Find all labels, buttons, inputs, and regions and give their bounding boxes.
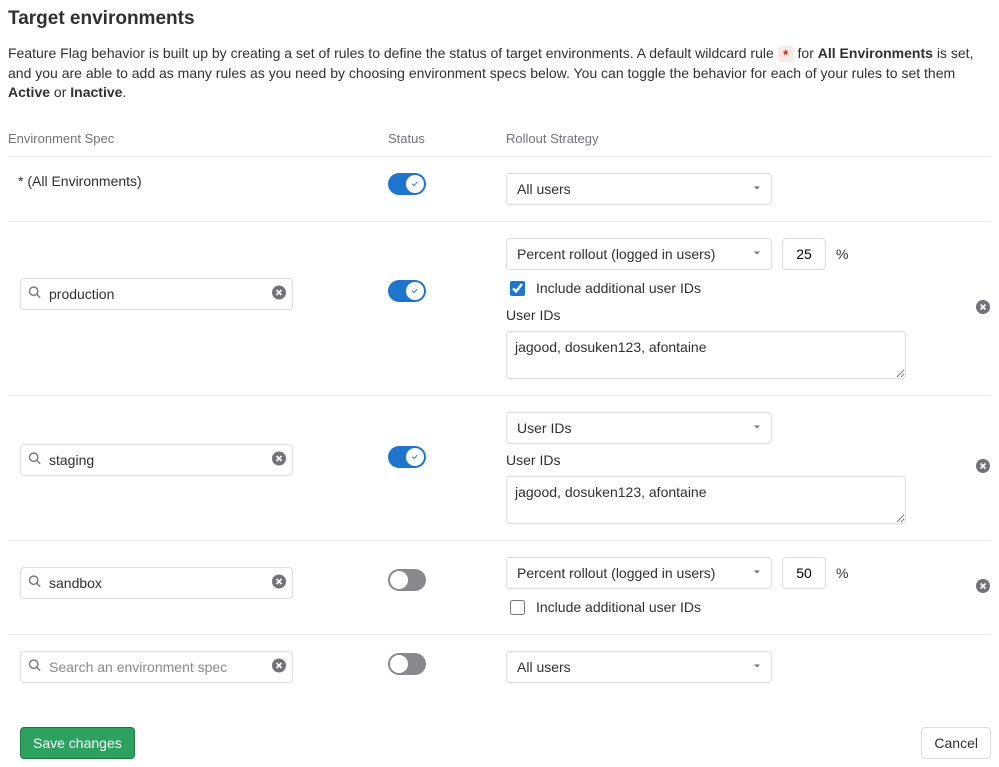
env-spec-input-wrapper [20,444,293,476]
include-user-ids-row[interactable]: Include additional user IDs [506,278,906,299]
percent-input[interactable] [782,557,826,589]
intro-active: Active [8,84,50,100]
rule-row-sandbox: Percent rollout (logged in users) % Incl… [8,540,991,634]
status-toggle[interactable] [388,446,426,468]
intro-dot: . [122,84,126,100]
select-label: User IDs [517,420,571,436]
rule-row-all-env: * (All Environments) All users [8,156,991,221]
col-header-rollout: Rollout Strategy [506,131,991,146]
chevron-down-icon [751,420,763,436]
remove-rule-button[interactable] [955,299,991,318]
toggle-knob [390,571,408,589]
clear-icon[interactable] [271,450,287,469]
col-header-status: Status [388,131,506,146]
check-icon [410,286,420,296]
table-header: Environment Spec Status Rollout Strategy [8,121,991,156]
footer: Save changes Cancel [8,727,991,759]
toggle-knob [406,175,424,193]
clear-icon[interactable] [271,573,287,592]
rollout-strategy-select[interactable]: All users [506,651,772,683]
page-title: Target environments [8,8,991,30]
rule-row-production: Percent rollout (logged in users) % Incl… [8,221,991,395]
include-user-ids-checkbox[interactable] [510,281,525,296]
intro-or: or [54,84,70,100]
clear-icon[interactable] [271,284,287,303]
close-circle-icon [975,578,991,594]
chevron-down-icon [751,181,763,197]
include-user-ids-checkbox[interactable] [510,600,525,615]
toggle-knob [406,282,424,300]
user-ids-label: User IDs [506,307,906,323]
save-button[interactable]: Save changes [20,727,135,759]
intro-part1: Feature Flag behavior is built up by cre… [8,45,778,61]
env-spec-input-wrapper [20,651,293,683]
include-user-ids-label: Include additional user IDs [536,280,701,296]
toggle-knob [406,448,424,466]
rollout-strategy-select[interactable]: Percent rollout (logged in users) [506,238,772,270]
intro-all-env: All Environments [818,45,933,61]
env-spec-input[interactable] [20,567,293,599]
env-spec-input-wrapper [20,278,293,310]
user-ids-label: User IDs [506,452,906,468]
user-ids-textarea[interactable] [506,476,906,524]
chevron-down-icon [751,246,763,262]
user-ids-textarea[interactable] [506,331,906,379]
include-user-ids-label: Include additional user IDs [536,599,701,615]
env-spec-input[interactable] [20,278,293,310]
status-toggle[interactable] [388,653,426,675]
remove-rule-button[interactable] [955,458,991,477]
status-toggle[interactable] [388,569,426,591]
chevron-down-icon [751,565,763,581]
toggle-knob [390,655,408,673]
status-toggle[interactable] [388,173,426,195]
rule-row-staging: User IDs User IDs [8,395,991,540]
include-user-ids-row[interactable]: Include additional user IDs [506,597,906,618]
intro-text: Feature Flag behavior is built up by cre… [8,44,991,103]
select-label: All users [517,659,571,675]
percent-sign: % [836,565,848,581]
close-circle-icon [975,458,991,474]
rollout-strategy-select[interactable]: Percent rollout (logged in users) [506,557,772,589]
select-label: All users [517,181,571,197]
col-header-spec: Environment Spec [8,131,388,146]
remove-rule-button[interactable] [955,578,991,597]
status-toggle[interactable] [388,280,426,302]
env-spec-input[interactable] [20,444,293,476]
cancel-button[interactable]: Cancel [921,727,991,759]
intro-part2: for [798,45,818,61]
intro-inactive: Inactive [70,84,122,100]
check-icon [410,179,420,189]
rollout-strategy-select[interactable]: All users [506,173,772,205]
rollout-strategy-select[interactable]: User IDs [506,412,772,444]
percent-input[interactable] [782,238,826,270]
check-icon [410,452,420,462]
clear-icon[interactable] [271,657,287,676]
env-spec-input-wrapper [20,567,293,599]
env-spec-input[interactable] [20,651,293,683]
chevron-down-icon [751,659,763,675]
close-circle-icon [975,299,991,315]
spec-all-env: * (All Environments) [8,173,388,189]
select-label: Percent rollout (logged in users) [517,246,715,262]
select-label: Percent rollout (logged in users) [517,565,715,581]
wildcard-badge: * [778,46,794,62]
percent-sign: % [836,246,848,262]
